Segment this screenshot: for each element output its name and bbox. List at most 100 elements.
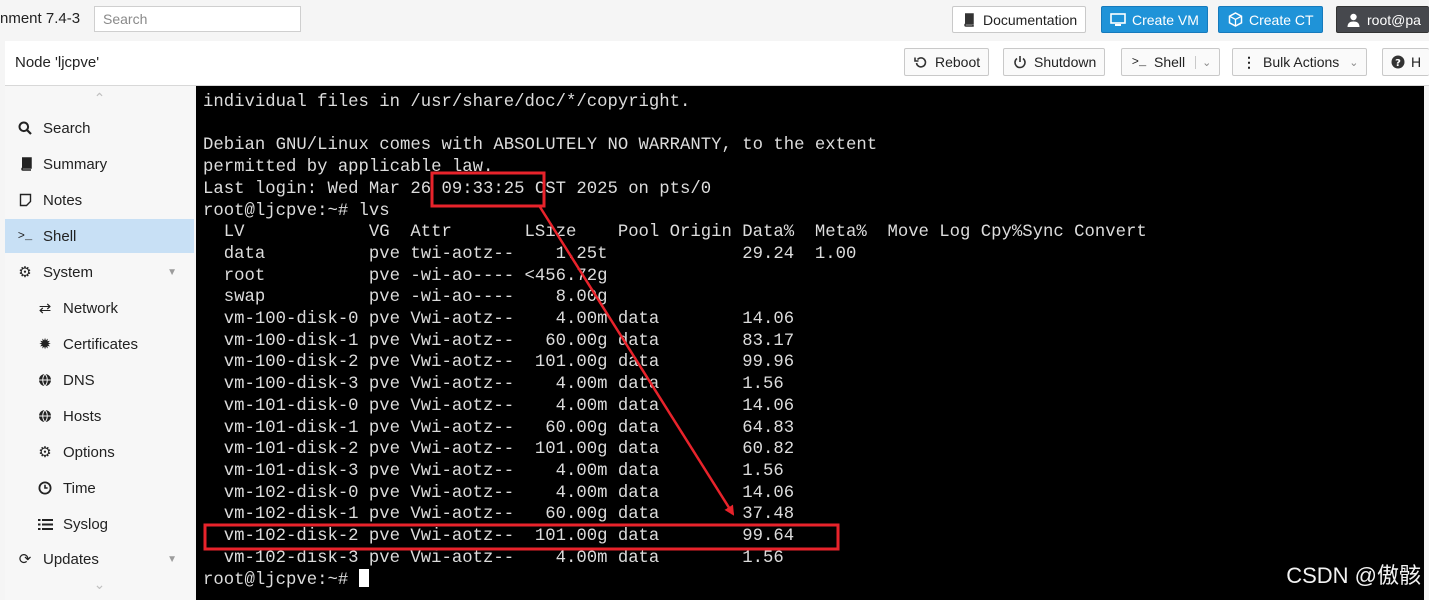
gear-icon: ⚙ — [38, 444, 52, 461]
terminal-line: vm-101-disk-3 pve Vwi-aotz-- 4.00m data … — [203, 461, 784, 481]
refresh-icon: ⟳ — [18, 551, 32, 568]
sidebar-item-label: Updates — [43, 550, 99, 568]
csdn-watermark: CSDN @傲骸 — [1286, 563, 1421, 588]
terminal-icon: >_ — [1131, 55, 1147, 69]
terminal-line: vm-101-disk-0 pve Vwi-aotz-- 4.00m data … — [203, 396, 795, 416]
sidebar-item-label: System — [43, 263, 94, 281]
svg-text:?: ? — [1395, 58, 1401, 69]
sidebar-item-time[interactable]: Time — [5, 471, 194, 505]
sidebar-item-label: Network — [63, 299, 119, 317]
terminal-line: individual files in /usr/share/doc/*/cop… — [203, 93, 691, 112]
power-icon — [1012, 54, 1028, 70]
bulk-actions-label: Bulk Actions — [1263, 54, 1340, 70]
terminal-line: swap pve -wi-ao---- 8.00g — [203, 288, 608, 308]
terminal-line: root pve -wi-ao---- <456.72g — [203, 266, 608, 286]
help-icon: ? — [1391, 54, 1405, 70]
create-ct-label: Create CT — [1249, 11, 1314, 28]
reboot-button[interactable]: Reboot — [904, 48, 990, 76]
sidebar-item-updates[interactable]: ⟳ Updates ▼ — [5, 542, 194, 576]
chevron-down-icon[interactable]: ⌄ — [1195, 55, 1211, 69]
shell-terminal[interactable]: individual files in /usr/share/doc/*/cop… — [196, 86, 1424, 600]
create-vm-label: Create VM — [1132, 11, 1199, 28]
terminal-line: vm-100-disk-0 pve Vwi-aotz-- 4.00m data … — [203, 310, 795, 330]
sidebar-item-search[interactable]: Search — [5, 111, 194, 145]
monitor-icon — [1110, 12, 1126, 28]
search-icon — [16, 120, 34, 136]
globe-icon — [36, 408, 54, 424]
sidebar-item-label: Hosts — [63, 407, 102, 425]
sidebar-item-network[interactable]: ⇄ Network — [5, 291, 194, 325]
terminal-line: vm-102-disk-1 pve Vwi-aotz-- 60.00g data… — [203, 505, 795, 525]
top-bar: nment 7.4-3 Documentation Create VM Crea… — [0, 0, 1429, 40]
node-title: Node 'ljcpve' — [15, 54, 100, 71]
terminal-icon: >_ — [17, 229, 33, 243]
terminal-line: Last login: Wed Mar 26 09:33:25 CST 2025… — [203, 179, 712, 199]
sidebar-item-label: Notes — [43, 191, 83, 209]
scroll-up-icon[interactable]: ⌃ — [5, 90, 194, 107]
expand-caret-icon[interactable]: ▼ — [167, 554, 177, 565]
user-menu-button[interactable]: root@pa — [1336, 6, 1429, 33]
help-button[interactable]: ? H — [1382, 48, 1429, 76]
expand-caret-icon[interactable]: ▼ — [167, 267, 177, 278]
chevron-down-icon: ⌄ — [1349, 56, 1359, 69]
sidebar-item-system[interactable]: ⚙ System ▼ — [5, 255, 194, 289]
sidebar-item-label: Certificates — [63, 335, 139, 353]
terminal-line: Debian GNU/Linux comes with ABSOLUTELY N… — [203, 136, 878, 156]
sidebar-item-label: Summary — [43, 155, 108, 173]
terminal-line: vm-102-disk-0 pve Vwi-aotz-- 4.00m data … — [203, 483, 795, 503]
globe-icon — [36, 372, 54, 388]
terminal-cursor — [358, 569, 369, 588]
search-input[interactable] — [94, 6, 301, 32]
sidebar-item-summary[interactable]: Summary — [5, 147, 194, 181]
app-title: nment 7.4-3 — [0, 10, 81, 27]
sidebar-item-syslog[interactable]: Syslog — [5, 507, 194, 541]
sidebar-item-hosts[interactable]: Hosts — [5, 399, 194, 433]
book-icon — [961, 12, 977, 28]
sidebar-item-shell[interactable]: >_ Shell — [5, 219, 194, 253]
node-sidebar: ⌃ Search Summary Notes >_ Shell ⚙ System… — [5, 86, 194, 600]
sidebar-item-notes[interactable]: Notes — [5, 183, 194, 217]
panel-edge — [1424, 86, 1429, 600]
terminal-line: vm-100-disk-3 pve Vwi-aotz-- 4.00m data … — [203, 375, 784, 395]
shutdown-label: Shutdown — [1034, 54, 1097, 70]
sidebar-item-label: Syslog — [63, 515, 109, 533]
terminal-line: vm-100-disk-1 pve Vwi-aotz-- 60.00g data… — [203, 331, 795, 351]
documentation-button[interactable]: Documentation — [952, 6, 1087, 33]
terminal-line: vm-100-disk-2 pve Vwi-aotz-- 101.00g dat… — [203, 353, 795, 373]
book-icon — [16, 156, 34, 172]
note-icon — [16, 192, 34, 208]
exchange-icon: ⇄ — [38, 300, 52, 317]
terminal-line: data pve twi-aotz-- 1.25t 29.24 1.00 — [203, 244, 857, 264]
sidebar-item-label: Time — [63, 479, 96, 497]
create-ct-button[interactable]: Create CT — [1218, 6, 1323, 33]
scroll-down-icon[interactable]: ⌄ — [5, 576, 194, 593]
gears-icon: ⚙ — [18, 264, 32, 281]
sidebar-item-certificates[interactable]: ✹ Certificates — [5, 327, 194, 361]
documentation-label: Documentation — [983, 11, 1078, 28]
sidebar-item-dns[interactable]: DNS — [5, 363, 194, 397]
create-vm-button[interactable]: Create VM — [1101, 6, 1208, 33]
terminal-line: root@ljcpve:~# lvs — [203, 201, 390, 221]
certificate-icon: ✹ — [38, 336, 52, 353]
user-icon — [1345, 12, 1361, 28]
node-header: Node 'ljcpve' Reboot Shutdown >_ Shell ⌄… — [5, 41, 1429, 86]
terminal-line: LV VG Attr LSize Pool Origin Data% Meta%… — [203, 223, 1147, 243]
terminal-line: vm-101-disk-2 pve Vwi-aotz-- 101.00g dat… — [203, 440, 795, 460]
sidebar-item-label: Search — [43, 119, 91, 137]
cube-icon — [1227, 12, 1243, 28]
shutdown-button[interactable]: Shutdown — [1003, 48, 1106, 76]
bulk-actions-button[interactable]: ⋮ Bulk Actions ⌄ — [1232, 48, 1368, 76]
reboot-label: Reboot — [935, 54, 981, 70]
help-label: H — [1411, 54, 1422, 70]
terminal-line: permitted by applicable law. — [203, 158, 494, 178]
sidebar-item-options[interactable]: ⚙ Options — [5, 435, 194, 469]
undo-icon — [913, 54, 929, 70]
shell-label: Shell — [1154, 54, 1186, 70]
terminal-line: vm-101-disk-1 pve Vwi-aotz-- 60.00g data… — [203, 418, 795, 438]
clock-icon — [36, 480, 54, 496]
shell-button[interactable]: >_ Shell ⌄ — [1121, 48, 1221, 76]
sidebar-item-label: Shell — [43, 227, 77, 245]
terminal-line: root@ljcpve:~# — [203, 571, 359, 591]
ellipsis-vertical-icon: ⋮ — [1242, 53, 1256, 70]
terminal-line: vm-102-disk-2 pve Vwi-aotz-- 101.00g dat… — [203, 527, 795, 547]
